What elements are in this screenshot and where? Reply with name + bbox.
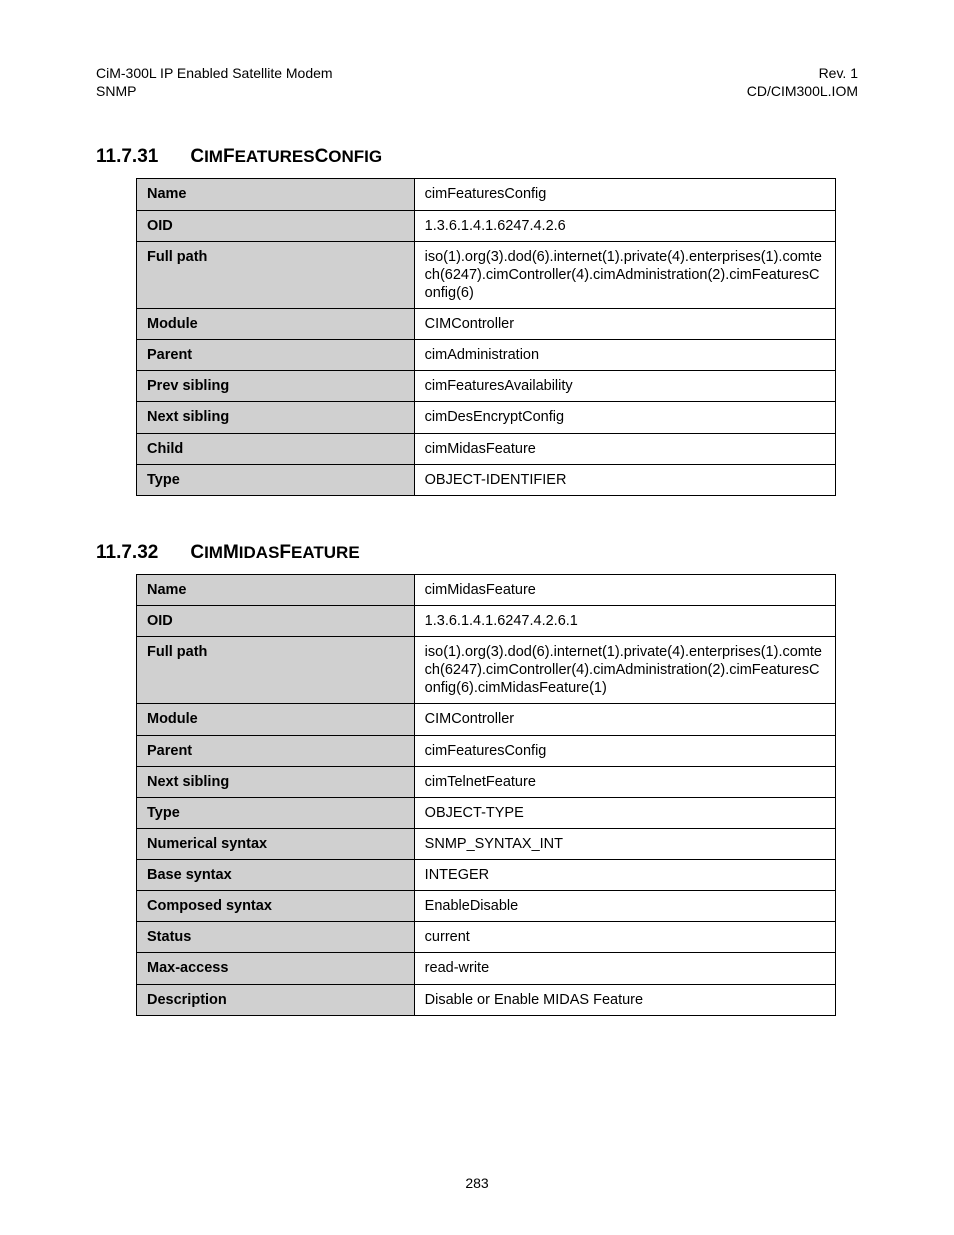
row-label: Parent bbox=[137, 735, 415, 766]
row-label: Name bbox=[137, 179, 415, 210]
table-row: TypeOBJECT-IDENTIFIER bbox=[137, 464, 836, 495]
row-value: EnableDisable bbox=[414, 891, 835, 922]
row-value: 1.3.6.1.4.1.6247.4.2.6.1 bbox=[414, 605, 835, 636]
table-row: Statuscurrent bbox=[137, 922, 836, 953]
section-number: 11.7.32 bbox=[96, 542, 158, 564]
row-label: Full path bbox=[137, 241, 415, 308]
table-row: Composed syntaxEnableDisable bbox=[137, 891, 836, 922]
row-value: OBJECT-TYPE bbox=[414, 797, 835, 828]
definition-table: NamecimMidasFeatureOID1.3.6.1.4.1.6247.4… bbox=[136, 574, 836, 1016]
table-row: NamecimMidasFeature bbox=[137, 574, 836, 605]
row-value: cimFeaturesAvailability bbox=[414, 371, 835, 402]
table-row: NamecimFeaturesConfig bbox=[137, 179, 836, 210]
title-small: IM bbox=[204, 147, 223, 166]
table-row: Base syntaxINTEGER bbox=[137, 860, 836, 891]
row-label: Base syntax bbox=[137, 860, 415, 891]
row-value: cimDesEncryptConfig bbox=[414, 402, 835, 433]
table-row: ParentcimFeaturesConfig bbox=[137, 735, 836, 766]
header-left: CiM-300L IP Enabled Satellite Modem SNMP bbox=[96, 64, 333, 100]
row-value: cimMidasFeature bbox=[414, 433, 835, 464]
page-header: CiM-300L IP Enabled Satellite Modem SNMP… bbox=[96, 64, 858, 100]
table-row: DescriptionDisable or Enable MIDAS Featu… bbox=[137, 984, 836, 1015]
section: 11.7.31CIMFEATURESCONFIGNamecimFeaturesC… bbox=[96, 146, 858, 495]
header-title: CiM-300L IP Enabled Satellite Modem bbox=[96, 64, 333, 82]
row-value: cimMidasFeature bbox=[414, 574, 835, 605]
section-number: 11.7.31 bbox=[96, 146, 158, 168]
page-number: 283 bbox=[0, 1175, 954, 1191]
definition-table: NamecimFeaturesConfigOID1.3.6.1.4.1.6247… bbox=[136, 178, 836, 495]
row-value: cimTelnetFeature bbox=[414, 766, 835, 797]
title-small: IM bbox=[204, 543, 223, 562]
table-row: TypeOBJECT-TYPE bbox=[137, 797, 836, 828]
title-cap: F bbox=[223, 146, 235, 167]
row-label: Next sibling bbox=[137, 402, 415, 433]
title-cap: C bbox=[190, 146, 204, 167]
row-value: CIMController bbox=[414, 309, 835, 340]
title-small: EATURES bbox=[235, 147, 315, 166]
row-label: Composed syntax bbox=[137, 891, 415, 922]
row-value: iso(1).org(3).dod(6).internet(1).private… bbox=[414, 637, 835, 704]
row-value: OBJECT-IDENTIFIER bbox=[414, 464, 835, 495]
table-row: Next siblingcimDesEncryptConfig bbox=[137, 402, 836, 433]
row-label: Full path bbox=[137, 637, 415, 704]
row-label: Numerical syntax bbox=[137, 828, 415, 859]
title-cap: F bbox=[279, 542, 291, 563]
row-label: Status bbox=[137, 922, 415, 953]
row-value: current bbox=[414, 922, 835, 953]
title-cap: M bbox=[223, 542, 239, 563]
row-label: Module bbox=[137, 309, 415, 340]
table-row: Prev siblingcimFeaturesAvailability bbox=[137, 371, 836, 402]
table-row: Max-accessread-write bbox=[137, 953, 836, 984]
row-value: Disable or Enable MIDAS Feature bbox=[414, 984, 835, 1015]
header-revision: Rev. 1 bbox=[747, 64, 858, 82]
table-row: Numerical syntaxSNMP_SYNTAX_INT bbox=[137, 828, 836, 859]
row-label: Max-access bbox=[137, 953, 415, 984]
section-title: CIMMIDASFEATURE bbox=[190, 542, 359, 564]
row-label: Prev sibling bbox=[137, 371, 415, 402]
row-value: cimAdministration bbox=[414, 340, 835, 371]
table-row: ModuleCIMController bbox=[137, 704, 836, 735]
header-right: Rev. 1 CD/CIM300L.IOM bbox=[747, 64, 858, 100]
row-value: INTEGER bbox=[414, 860, 835, 891]
row-value: iso(1).org(3).dod(6).internet(1).private… bbox=[414, 241, 835, 308]
table-row: Next siblingcimTelnetFeature bbox=[137, 766, 836, 797]
table-row: ChildcimMidasFeature bbox=[137, 433, 836, 464]
table-row: Full pathiso(1).org(3).dod(6).internet(1… bbox=[137, 637, 836, 704]
row-label: Type bbox=[137, 464, 415, 495]
row-label: Type bbox=[137, 797, 415, 828]
section-title: CIMFEATURESCONFIG bbox=[190, 146, 382, 168]
row-label: OID bbox=[137, 605, 415, 636]
row-label: Name bbox=[137, 574, 415, 605]
table-row: ParentcimAdministration bbox=[137, 340, 836, 371]
row-value: SNMP_SYNTAX_INT bbox=[414, 828, 835, 859]
table-row: OID1.3.6.1.4.1.6247.4.2.6.1 bbox=[137, 605, 836, 636]
row-label: Parent bbox=[137, 340, 415, 371]
row-label: OID bbox=[137, 210, 415, 241]
table-row: OID1.3.6.1.4.1.6247.4.2.6 bbox=[137, 210, 836, 241]
table-row: ModuleCIMController bbox=[137, 309, 836, 340]
row-label: Child bbox=[137, 433, 415, 464]
row-label: Next sibling bbox=[137, 766, 415, 797]
title-cap: C bbox=[190, 542, 204, 563]
title-small: EATURE bbox=[291, 543, 360, 562]
table-row: Full pathiso(1).org(3).dod(6).internet(1… bbox=[137, 241, 836, 308]
row-label: Description bbox=[137, 984, 415, 1015]
row-value: read-write bbox=[414, 953, 835, 984]
section-heading: 11.7.32 CIMMIDASFEATURE bbox=[96, 542, 858, 564]
title-small: IDAS bbox=[239, 543, 280, 562]
header-subtitle: SNMP bbox=[96, 82, 333, 100]
row-value: CIMController bbox=[414, 704, 835, 735]
section-heading: 11.7.31CIMFEATURESCONFIG bbox=[96, 146, 858, 168]
row-label: Module bbox=[137, 704, 415, 735]
section: 11.7.32 CIMMIDASFEATURE NamecimMidasFeatur… bbox=[96, 542, 858, 1016]
header-docid: CD/CIM300L.IOM bbox=[747, 82, 858, 100]
row-value: 1.3.6.1.4.1.6247.4.2.6 bbox=[414, 210, 835, 241]
row-value: cimFeaturesConfig bbox=[414, 179, 835, 210]
title-small: ONFIG bbox=[328, 147, 382, 166]
title-cap: C bbox=[315, 146, 329, 167]
row-value: cimFeaturesConfig bbox=[414, 735, 835, 766]
sections-container: 11.7.31CIMFEATURESCONFIGNamecimFeaturesC… bbox=[96, 146, 858, 1015]
